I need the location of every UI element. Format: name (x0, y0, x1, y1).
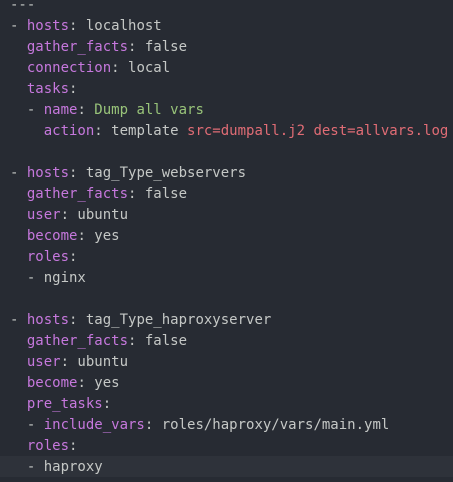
yaml-key: tasks (26, 81, 70, 97)
yaml-text (10, 81, 27, 97)
yaml-attribute: src=dumpall.j2 dest=allvars.log (187, 123, 449, 139)
yaml-text (10, 438, 27, 454)
yaml-text: - haproxy (10, 459, 103, 475)
yaml-text: : (77, 102, 95, 118)
code-line-17[interactable]: gather_facts: false (10, 331, 187, 352)
yaml-key: action (43, 123, 95, 139)
code-line-21[interactable]: - include_vars: roles/haproxy/vars/main.… (10, 415, 389, 436)
yaml-text: --- (10, 0, 36, 13)
yaml-text: - (10, 102, 44, 118)
code-line-20[interactable]: pre_tasks: (10, 394, 111, 415)
yaml-text: : (69, 438, 78, 454)
code-editor[interactable]: --- - hosts: localhost gather_facts: fals… (0, 0, 453, 482)
code-line-3[interactable]: gather_facts: false (10, 37, 187, 58)
yaml-text: : roles/haproxy/vars/main.yml (144, 417, 390, 433)
code-line-19[interactable]: become: yes (10, 373, 120, 394)
yaml-text: - (10, 417, 44, 433)
code-line-11[interactable]: user: ubuntu (10, 205, 128, 226)
yaml-text: : tag_Type_haproxyserver (69, 312, 272, 328)
yaml-text: : false (128, 333, 188, 349)
yaml-text: : local (111, 60, 171, 76)
yaml-text (10, 186, 27, 202)
code-line-22[interactable]: roles: (10, 436, 78, 457)
yaml-text: : tag_Type_webservers (69, 165, 247, 181)
yaml-text (10, 396, 27, 412)
code-line-16[interactable]: - hosts: tag_Type_haproxyserver (10, 310, 271, 331)
yaml-text: : ubuntu (60, 354, 129, 370)
yaml-text: : template (94, 123, 188, 139)
code-line-12[interactable]: become: yes (10, 226, 120, 247)
yaml-text: : (69, 81, 78, 97)
yaml-text: : yes (77, 375, 120, 391)
yaml-text (10, 333, 27, 349)
code-line-9[interactable]: - hosts: tag_Type_webservers (10, 163, 246, 184)
yaml-text: - (10, 165, 27, 181)
code-line-5[interactable]: tasks: (10, 79, 78, 100)
yaml-key: gather_facts (26, 39, 129, 55)
yaml-text (10, 375, 27, 391)
yaml-text: : localhost (69, 18, 162, 34)
code-line-1[interactable]: --- (10, 0, 35, 16)
yaml-text (10, 207, 27, 223)
yaml-key: hosts (26, 312, 70, 328)
yaml-key: gather_facts (26, 333, 129, 349)
yaml-text: - (10, 18, 27, 34)
yaml-key: roles (26, 249, 70, 265)
yaml-key: become (26, 228, 78, 244)
yaml-text (10, 354, 27, 370)
yaml-text (10, 60, 27, 76)
yaml-text (10, 123, 44, 139)
yaml-text: : false (128, 39, 188, 55)
yaml-key: hosts (26, 165, 70, 181)
yaml-text: - (10, 312, 27, 328)
yaml-text (10, 228, 27, 244)
yaml-text: : false (128, 186, 188, 202)
yaml-key: include_vars (43, 417, 145, 433)
yaml-text (10, 249, 27, 265)
yaml-text: : ubuntu (60, 207, 129, 223)
yaml-text: - nginx (10, 270, 86, 286)
yaml-key: hosts (26, 18, 70, 34)
code-line-6[interactable]: - name: Dump all vars (10, 100, 204, 121)
yaml-text (10, 39, 27, 55)
yaml-text: : (69, 249, 78, 265)
code-line-4[interactable]: connection: local (10, 58, 170, 79)
yaml-text: : yes (77, 228, 120, 244)
code-line-7[interactable]: action: template src=dumpall.j2 dest=all… (10, 121, 449, 142)
yaml-key: user (26, 207, 61, 223)
yaml-key: name (43, 102, 78, 118)
code-line-23[interactable]: - haproxy (10, 457, 103, 478)
yaml-key: pre_tasks (26, 396, 103, 412)
yaml-string: Dump all vars (94, 102, 204, 118)
code-line-14[interactable]: - nginx (10, 268, 86, 289)
yaml-text: : (102, 396, 112, 412)
yaml-key: user (26, 354, 61, 370)
yaml-key: become (26, 375, 78, 391)
code-line-18[interactable]: user: ubuntu (10, 352, 128, 373)
yaml-key: gather_facts (26, 186, 129, 202)
yaml-key: roles (26, 438, 70, 454)
yaml-key: connection (26, 60, 112, 76)
code-line-2[interactable]: - hosts: localhost (10, 16, 162, 37)
code-line-13[interactable]: roles: (10, 247, 78, 268)
code-line-10[interactable]: gather_facts: false (10, 184, 187, 205)
